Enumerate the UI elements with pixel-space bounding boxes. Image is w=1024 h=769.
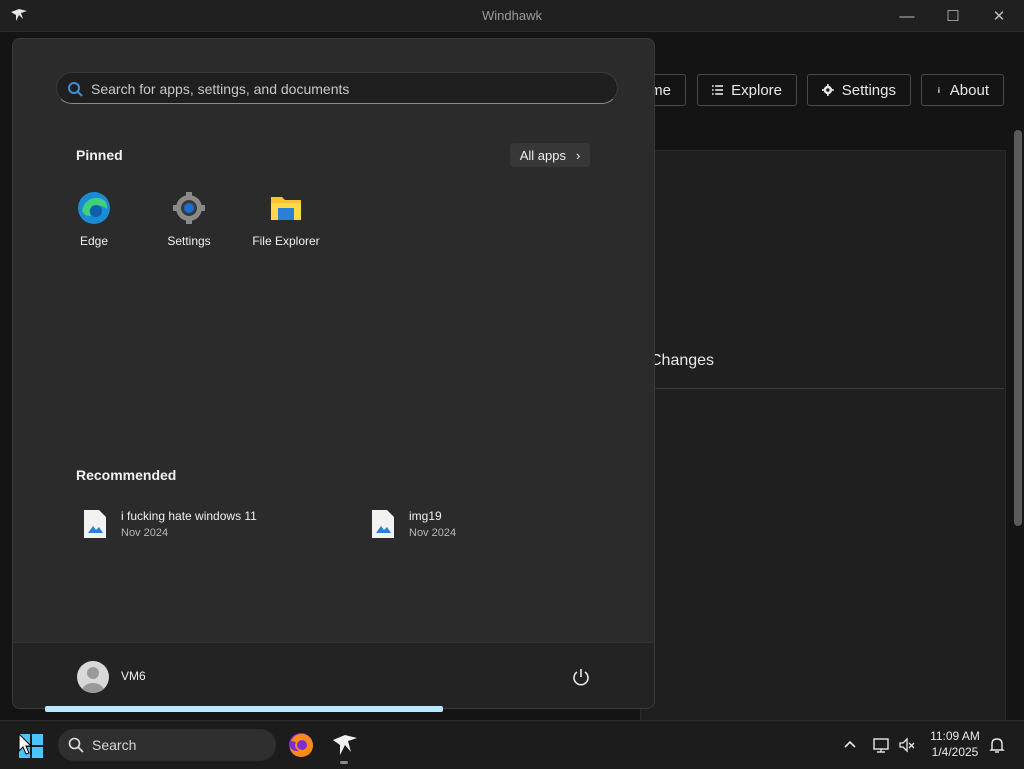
nav-explore-label: Explore: [731, 81, 782, 99]
pinned-app-edge[interactable]: Edge: [49, 189, 139, 248]
search-icon: [68, 737, 84, 753]
recommended-item-date: Nov 2024: [121, 527, 169, 539]
clock-date: 1/4/2025: [931, 745, 979, 759]
info-icon: [938, 87, 940, 93]
volume-muted-icon[interactable]: [898, 736, 916, 754]
image-file-icon: [84, 510, 106, 538]
clock-time: 11:09 AM: [930, 729, 980, 743]
nav-about-button[interactable]: About: [921, 74, 1004, 106]
recommended-item[interactable]: i fucking hate windows 11 Nov 2024: [83, 509, 257, 539]
image-file-icon: [372, 510, 394, 538]
power-icon[interactable]: [571, 667, 591, 687]
taskbar-clock[interactable]: 11:09 AM 1/4/2025: [920, 728, 990, 760]
pinned-app-label: Edge: [79, 234, 109, 248]
window-titlebar: Windhawk — ☐ ✕: [0, 0, 1024, 32]
start-footer: VM6: [13, 642, 654, 708]
edge-icon: [78, 192, 110, 224]
user-name[interactable]: VM6: [121, 669, 146, 683]
pinned-app-label: File Explorer: [252, 234, 320, 248]
pinned-app-label: Settings: [167, 234, 211, 248]
mouse-cursor-icon: [18, 733, 32, 755]
start-menu: Pinned All apps › Edge Settings File Exp…: [12, 38, 655, 709]
start-search-box[interactable]: [56, 72, 618, 105]
progress-bar: [45, 706, 443, 712]
card-divider: [640, 388, 1004, 389]
pinned-title: Pinned: [76, 147, 123, 163]
close-button[interactable]: ✕: [976, 4, 1022, 28]
taskbar-search-label: Search: [92, 737, 137, 753]
recommended-item-name: img19: [409, 509, 442, 523]
recommended-item[interactable]: img19 Nov 2024: [371, 509, 456, 539]
windhawk-taskbar-icon[interactable]: [331, 731, 359, 759]
all-apps-button[interactable]: All apps ›: [510, 143, 590, 167]
running-indicator: [340, 761, 348, 764]
window-title: Windhawk: [482, 8, 542, 23]
user-avatar[interactable]: [77, 661, 109, 693]
user-icon: [82, 667, 104, 693]
maximize-button[interactable]: ☐: [930, 4, 976, 28]
nav-settings-label: Settings: [841, 81, 896, 99]
minimize-button[interactable]: —: [884, 4, 930, 28]
firefox-icon[interactable]: [287, 731, 315, 759]
nav-about-label: About: [949, 81, 989, 99]
folder-icon: [271, 197, 301, 220]
settings-gear-icon: [173, 192, 205, 224]
gear-icon: [822, 84, 834, 96]
pinned-app-settings[interactable]: Settings: [144, 189, 234, 248]
nav-explore-button[interactable]: Explore: [697, 74, 797, 106]
recommended-title: Recommended: [76, 467, 177, 483]
recommended-item-name: i fucking hate windows 11: [121, 509, 257, 523]
start-search-input[interactable]: [89, 73, 613, 105]
changes-heading: Changes: [650, 352, 715, 369]
pinned-app-file-explorer[interactable]: File Explorer: [241, 189, 331, 248]
search-icon: [68, 82, 83, 97]
nav-settings-button[interactable]: Settings: [807, 74, 911, 106]
list-icon: [712, 85, 724, 95]
taskbar: Search 11:09 AM 1/4/2025: [0, 720, 1024, 769]
recommended-item-date: Nov 2024: [409, 527, 457, 539]
network-icon[interactable]: [872, 736, 890, 754]
chevron-up-icon[interactable]: [841, 736, 859, 754]
notification-bell-icon[interactable]: [988, 736, 1006, 754]
chevron-right-icon: ›: [575, 147, 581, 163]
window-scrollbar[interactable]: [1014, 130, 1022, 526]
taskbar-search[interactable]: Search: [58, 729, 276, 761]
all-apps-label: All apps: [519, 147, 566, 163]
content-card: [640, 150, 1006, 722]
